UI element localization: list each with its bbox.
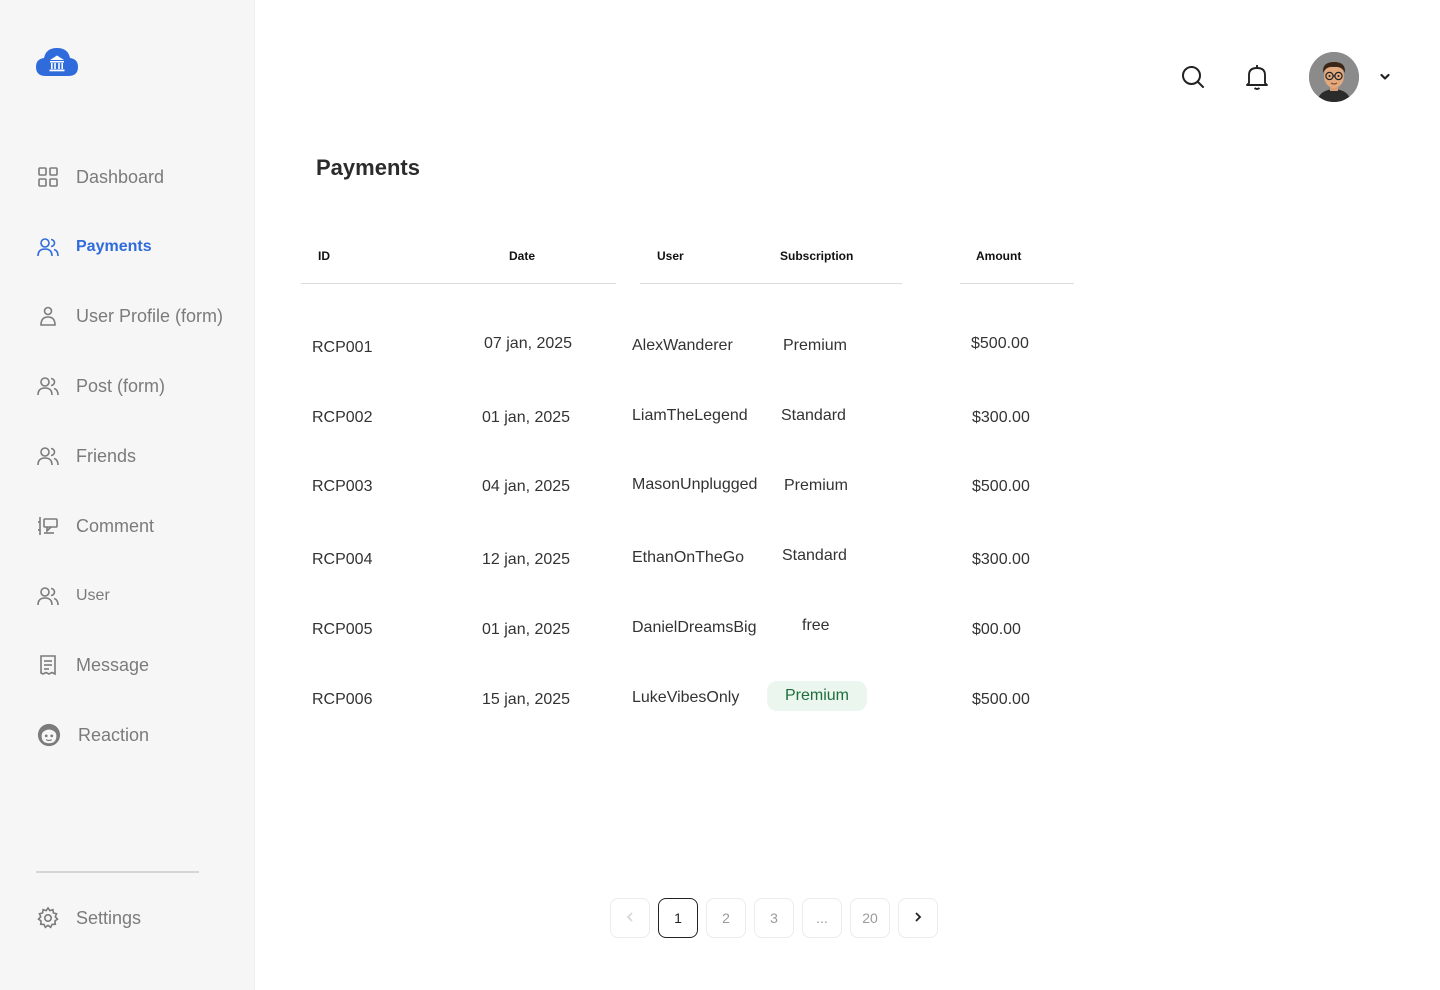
cell-date: 01 jan, 2025 <box>482 409 571 426</box>
pagination-prev-button[interactable] <box>610 898 650 938</box>
cell-amount: $300.00 <box>972 409 1030 426</box>
sidebar-item-user[interactable]: User <box>36 582 110 610</box>
cell-id: RCP005 <box>312 621 373 638</box>
chevron-right-icon <box>911 910 925 927</box>
sidebar-item-dashboard[interactable]: Dashboard <box>36 163 164 191</box>
pagination-page-20[interactable]: 20 <box>850 898 890 938</box>
bell-icon[interactable] <box>1244 63 1270 91</box>
cell-user: LiamTheLegend <box>632 407 748 424</box>
pagination-ellipsis: ... <box>802 898 842 938</box>
page-title: Payments <box>316 155 420 180</box>
cell-amount: $500.00 <box>972 691 1030 708</box>
cell-amount: $500.00 <box>971 335 1029 352</box>
sidebar-item-post[interactable]: Post (form) <box>36 372 165 400</box>
face-icon <box>36 722 62 748</box>
gear-icon <box>36 906 60 930</box>
cell-amount: $500.00 <box>972 478 1030 495</box>
comment-icon <box>36 514 60 538</box>
cell-id: RCP004 <box>312 551 373 568</box>
cell-date: 04 jan, 2025 <box>482 478 571 495</box>
sidebar-item-comment[interactable]: Comment <box>36 512 154 540</box>
subscription-badge: Premium <box>767 681 867 711</box>
pagination-next-button[interactable] <box>898 898 938 938</box>
users-icon <box>36 374 60 398</box>
pagination-page-3[interactable]: 3 <box>754 898 794 938</box>
sidebar-item-label: Settings <box>76 907 142 928</box>
sidebar-item-message[interactable]: Message <box>36 651 149 679</box>
sidebar-item-label: Message <box>76 654 150 675</box>
sidebar-item-label: Comment <box>76 515 155 536</box>
column-header-user: User <box>657 249 684 263</box>
cell-subscription: free <box>802 617 830 634</box>
sidebar: Dashboard Payments User Profile (form) P… <box>0 0 255 990</box>
cell-id: RCP001 <box>312 339 373 356</box>
cell-id: RCP006 <box>312 691 373 708</box>
sidebar-item-label: Reaction <box>78 724 150 745</box>
cell-amount: $300.00 <box>972 551 1030 568</box>
user-icon <box>36 304 60 328</box>
bank-cloud-logo[interactable] <box>36 46 78 78</box>
header-divider <box>301 283 616 284</box>
sidebar-item-label: Dashboard <box>76 166 165 187</box>
cell-user: AlexWanderer <box>632 337 733 354</box>
cell-subscription: Standard <box>781 407 846 424</box>
receipt-icon <box>36 653 60 677</box>
cell-user: MasonUnplugged <box>632 476 758 493</box>
cell-date: 01 jan, 2025 <box>482 621 571 638</box>
sidebar-item-label: Friends <box>76 445 137 466</box>
chevron-down-icon[interactable] <box>1378 70 1392 84</box>
users-icon <box>36 444 60 468</box>
sidebar-item-friends[interactable]: Friends <box>36 442 136 470</box>
cell-id: RCP003 <box>312 478 373 495</box>
users-icon <box>36 235 60 259</box>
pagination-page-1[interactable]: 1 <box>658 898 698 938</box>
avatar[interactable] <box>1309 52 1359 102</box>
chevron-left-icon <box>623 910 637 927</box>
column-header-amount: Amount <box>976 249 1022 263</box>
cell-user: EthanOnTheGo <box>632 549 745 566</box>
sidebar-item-settings[interactable]: Settings <box>36 904 141 932</box>
grid-icon <box>36 165 60 189</box>
sidebar-item-reaction[interactable]: Reaction <box>36 721 149 749</box>
cell-id: RCP002 <box>312 409 373 426</box>
column-header-subscription: Subscription <box>780 249 854 263</box>
sidebar-divider <box>36 871 199 873</box>
sidebar-item-label: User Profile (form) <box>76 305 224 326</box>
cell-subscription: Premium <box>783 337 848 354</box>
cell-date: 07 jan, 2025 <box>484 335 573 352</box>
cell-amount: $00.00 <box>972 621 1021 638</box>
header-divider <box>640 283 902 284</box>
cell-subscription: Premium <box>784 477 849 494</box>
sidebar-item-payments[interactable]: Payments <box>36 233 152 261</box>
cell-user: LukeVibesOnly <box>632 689 740 706</box>
sidebar-item-label: Payments <box>76 238 152 255</box>
header-divider <box>960 283 1074 284</box>
column-header-date: Date <box>509 249 536 263</box>
cell-date: 15 jan, 2025 <box>482 691 571 708</box>
search-icon[interactable] <box>1180 64 1206 90</box>
column-header-id: ID <box>318 249 330 263</box>
cell-date: 12 jan, 2025 <box>482 551 571 568</box>
users-icon <box>36 584 60 608</box>
sidebar-item-label: User <box>76 587 110 604</box>
cell-user: DanielDreamsBig <box>632 619 757 636</box>
cell-subscription: Standard <box>782 547 847 564</box>
sidebar-item-label: Post (form) <box>76 375 166 396</box>
pagination-page-2[interactable]: 2 <box>706 898 746 938</box>
sidebar-item-user-profile[interactable]: User Profile (form) <box>36 302 223 330</box>
